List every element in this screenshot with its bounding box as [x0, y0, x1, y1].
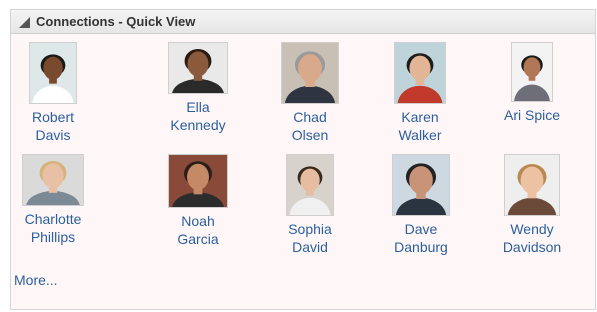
person-name[interactable]: Dave Danburg [386, 220, 456, 256]
panel-title: Connections - Quick View [36, 14, 196, 29]
portrait-image [512, 43, 552, 101]
portrait-image [30, 43, 76, 103]
person-sophia-david[interactable]: Sophia David [278, 154, 342, 256]
connections-quick-view-panel: Connections - Quick View Robert Davis Ell… [10, 9, 596, 310]
avatar[interactable] [286, 154, 334, 216]
person-robert-davis[interactable]: Robert Davis [21, 42, 85, 144]
avatar[interactable] [504, 154, 560, 216]
portrait-image [393, 155, 449, 215]
portrait-image [505, 155, 559, 215]
portrait-image [169, 155, 227, 207]
person-name[interactable]: Robert Davis [21, 108, 85, 144]
person-karen-walker[interactable]: Karen Walker [388, 42, 452, 144]
person-chad-olsen[interactable]: Chad Olsen [278, 42, 342, 144]
person-noah-garcia[interactable]: Noah Garcia [163, 154, 233, 248]
person-name[interactable]: Karen Walker [388, 108, 452, 144]
person-name[interactable]: Sophia David [278, 220, 342, 256]
more-link[interactable]: More... [14, 272, 58, 288]
avatar[interactable] [392, 154, 450, 216]
avatar[interactable] [168, 154, 228, 208]
person-name[interactable]: Chad Olsen [278, 108, 342, 144]
collapse-triangle-icon[interactable] [19, 17, 30, 28]
avatar[interactable] [394, 42, 446, 104]
portrait-image [169, 43, 227, 93]
portrait-image [282, 43, 338, 103]
person-name[interactable]: Charlotte Phillips [15, 210, 91, 246]
person-ella-kennedy[interactable]: Ella Kennedy [161, 42, 235, 134]
panel-header[interactable]: Connections - Quick View [11, 10, 595, 34]
avatar[interactable] [511, 42, 553, 102]
person-name[interactable]: Ella Kennedy [161, 98, 235, 134]
person-name[interactable]: Wendy Davidson [497, 220, 567, 256]
avatar[interactable] [281, 42, 339, 104]
person-name[interactable]: Noah Garcia [163, 212, 233, 248]
avatar[interactable] [22, 154, 84, 206]
person-name[interactable]: Ari Spice [497, 106, 567, 124]
portrait-image [23, 155, 83, 205]
person-wendy-davidson[interactable]: Wendy Davidson [497, 154, 567, 256]
portrait-image [287, 155, 333, 215]
avatar[interactable] [168, 42, 228, 94]
person-ari-spice[interactable]: Ari Spice [497, 42, 567, 124]
person-charlotte-phillips[interactable]: Charlotte Phillips [15, 154, 91, 246]
portrait-image [395, 43, 445, 103]
avatar[interactable] [29, 42, 77, 104]
person-dave-danburg[interactable]: Dave Danburg [386, 154, 456, 256]
